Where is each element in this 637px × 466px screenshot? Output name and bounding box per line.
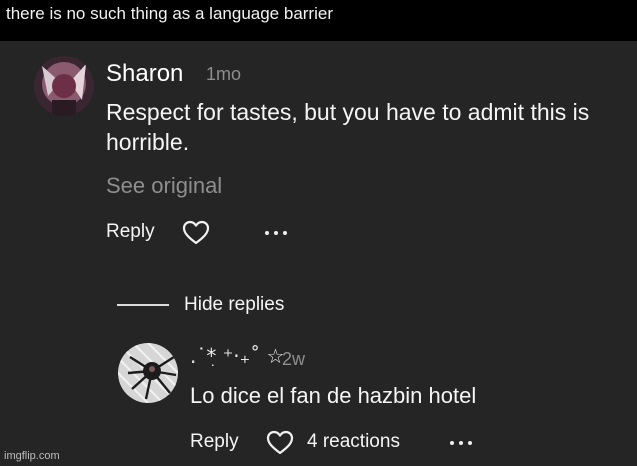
avatar[interactable] [34,56,94,116]
comment-text: Respect for tastes, but you have to admi… [106,99,590,155]
see-original-link[interactable]: See original [106,173,222,199]
more-options-icon[interactable] [265,231,287,235]
reply-text: Lo dice el fan de hazbin hotel [190,383,477,408]
reactions-count[interactable]: 4 reactions [307,431,400,453]
reply-avatar[interactable] [118,343,178,403]
reply-author[interactable]: .˙*ִ ⁺‧₊˚ ☆ [190,344,284,368]
reply-time: 2w [282,349,306,369]
heart-icon[interactable] [266,430,294,461]
reply-button[interactable]: Reply [106,221,155,243]
replies-divider [117,304,169,306]
more-options-icon[interactable] [450,441,472,445]
comment-author[interactable]: Sharon [106,60,183,88]
reply-reply-button[interactable]: Reply [190,431,239,453]
post-caption: there is no such thing as a language bar… [6,4,333,23]
hide-replies-button[interactable]: Hide replies [184,294,284,316]
comment-time: 1mo [206,64,242,84]
heart-icon[interactable] [182,220,210,251]
watermark: imgflip.com [4,450,60,462]
